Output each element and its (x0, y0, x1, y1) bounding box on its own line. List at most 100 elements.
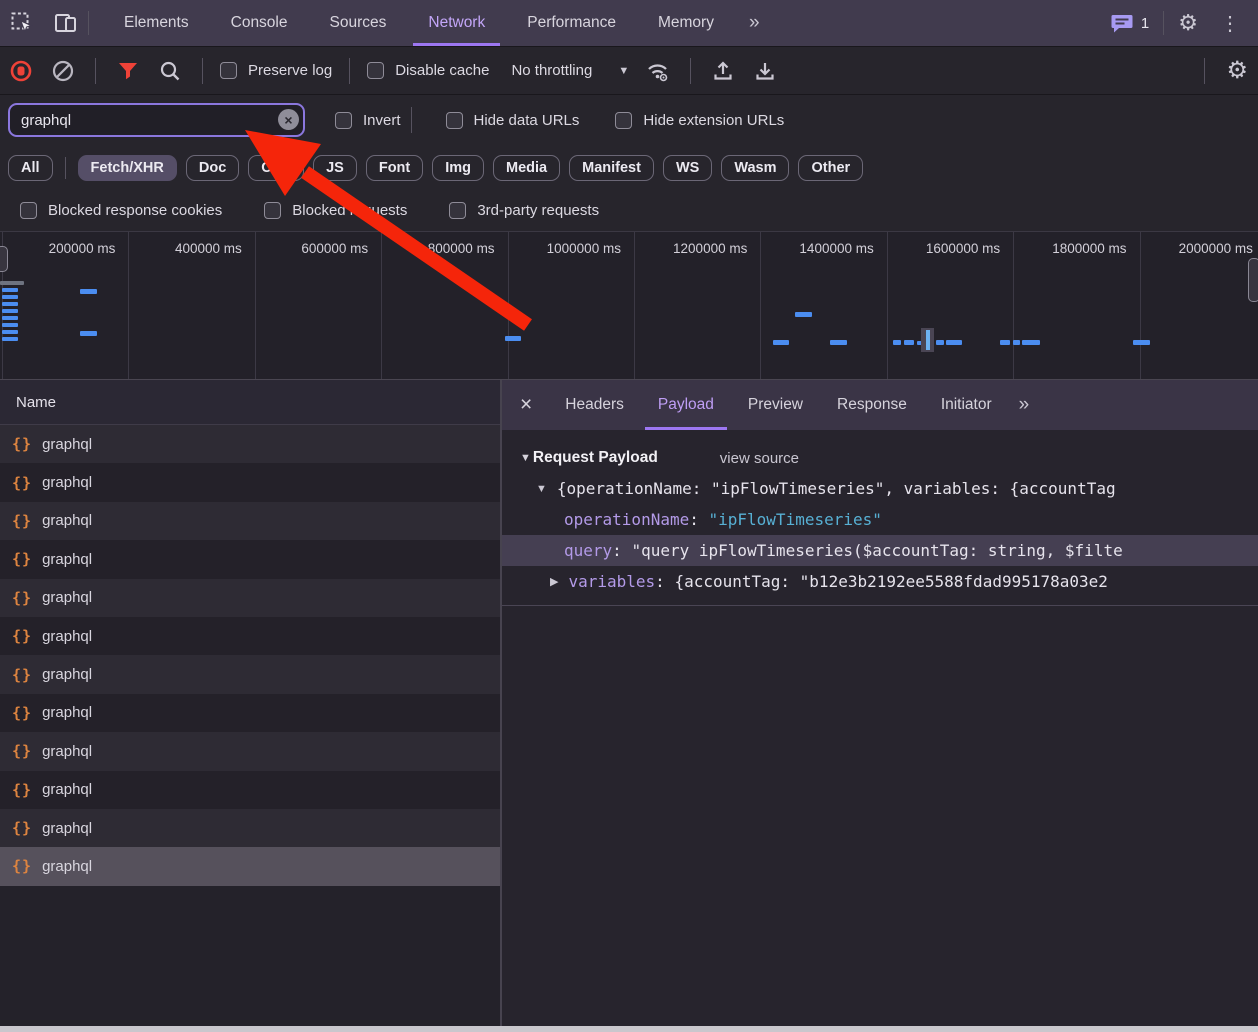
blocked-requests-checkbox[interactable]: Blocked requests (258, 202, 413, 219)
blocked-response-cookies-checkbox[interactable]: Blocked response cookies (14, 202, 228, 219)
device-toolbar-icon[interactable] (44, 0, 88, 46)
clear-filter-icon[interactable]: × (278, 109, 299, 130)
filter-input[interactable] (8, 103, 305, 137)
chip-media[interactable]: Media (493, 155, 560, 181)
tab-console[interactable]: Console (210, 0, 309, 46)
close-icon[interactable]: × (502, 380, 548, 430)
detail-tab-initiator[interactable]: Initiator (924, 380, 1009, 430)
hide-data-urls-checkbox[interactable]: Hide data URLs (440, 112, 586, 129)
payload-operationname-line[interactable]: operationName: "ipFlowTimeseries" (502, 504, 1258, 535)
search-icon[interactable] (149, 47, 191, 94)
table-row[interactable]: {}graphql (0, 425, 500, 463)
checkbox[interactable] (615, 112, 632, 129)
invert-checkbox[interactable]: Invert (329, 112, 407, 129)
request-timing-mark[interactable] (0, 281, 24, 285)
tab-network[interactable]: Network (407, 0, 506, 46)
payload-variables-line[interactable]: ▶ variables: {accountTag: "b12e3b2192ee5… (502, 566, 1258, 597)
overview-grip-right[interactable] (1248, 258, 1258, 302)
table-row[interactable]: {}graphql (0, 694, 500, 732)
checkbox[interactable] (264, 202, 281, 219)
table-row[interactable]: {}graphql (0, 617, 500, 655)
export-har-icon[interactable] (744, 47, 786, 94)
table-row[interactable]: {}graphql (0, 502, 500, 540)
chip-font[interactable]: Font (366, 155, 423, 181)
tab-elements[interactable]: Elements (103, 0, 210, 46)
table-row[interactable]: {}graphql (0, 463, 500, 501)
request-timing-mark[interactable] (80, 289, 97, 294)
throttling-select[interactable]: No throttling ▼ (511, 62, 629, 79)
table-row[interactable]: {}graphql (0, 732, 500, 770)
issues-button[interactable]: 1 (1100, 13, 1159, 34)
request-timing-mark[interactable] (2, 288, 18, 292)
import-har-icon[interactable] (702, 47, 744, 94)
hide-extension-urls-checkbox[interactable]: Hide extension URLs (609, 112, 790, 129)
request-timing-mark[interactable] (795, 312, 812, 317)
network-settings-gear-icon[interactable]: ⚙ (1216, 59, 1258, 83)
inspect-element-icon[interactable] (0, 0, 44, 46)
payload-query-line[interactable]: query: "query ipFlowTimeseries($accountT… (502, 535, 1258, 566)
chip-fetch-xhr[interactable]: Fetch/XHR (78, 155, 177, 181)
chip-wasm[interactable]: Wasm (721, 155, 789, 181)
table-row[interactable]: {}graphql (0, 809, 500, 847)
table-row[interactable]: {}graphql (0, 847, 500, 885)
settings-gear-icon[interactable]: ⚙ (1168, 12, 1208, 34)
preserve-log-checkbox[interactable]: Preserve log (214, 62, 338, 79)
request-timing-mark[interactable] (2, 330, 18, 334)
table-row[interactable]: {}graphql (0, 655, 500, 693)
overview-timeline[interactable]: 200000 ms400000 ms600000 ms800000 ms1000… (0, 232, 1258, 380)
request-timing-mark[interactable] (936, 340, 944, 345)
request-timing-mark[interactable] (773, 340, 789, 345)
chip-js[interactable]: JS (313, 155, 357, 181)
network-conditions-icon[interactable] (637, 47, 679, 94)
menu-dots-icon[interactable]: ⋮ (1212, 11, 1248, 36)
more-detail-tabs-icon[interactable]: » (1009, 380, 1038, 430)
request-timing-mark[interactable] (2, 309, 18, 313)
checkbox[interactable] (367, 62, 384, 79)
request-timing-mark[interactable] (1013, 340, 1020, 345)
request-timing-mark[interactable] (2, 295, 18, 299)
disable-cache-checkbox[interactable]: Disable cache (361, 62, 495, 79)
checkbox[interactable] (446, 112, 463, 129)
request-timing-mark[interactable] (1022, 340, 1040, 345)
view-source-link[interactable]: view source (720, 450, 799, 467)
request-timing-mark[interactable] (904, 340, 914, 345)
table-row[interactable]: {}graphql (0, 540, 500, 578)
detail-tab-payload[interactable]: Payload (641, 380, 731, 430)
chip-ws[interactable]: WS (663, 155, 712, 181)
chip-all[interactable]: All (8, 155, 53, 181)
request-timing-mark[interactable] (946, 340, 962, 345)
request-timing-mark[interactable] (2, 316, 18, 320)
checkbox[interactable] (449, 202, 466, 219)
request-timing-mark[interactable] (505, 336, 521, 341)
table-row[interactable]: {}graphql (0, 771, 500, 809)
detail-tab-preview[interactable]: Preview (731, 380, 820, 430)
record-button[interactable] (0, 47, 42, 94)
3rd-party-requests-checkbox[interactable]: 3rd-party requests (443, 202, 605, 219)
overview-grip-left[interactable] (0, 246, 8, 272)
request-timing-mark[interactable] (2, 323, 18, 327)
request-timing-mark[interactable] (1133, 340, 1150, 345)
chip-manifest[interactable]: Manifest (569, 155, 654, 181)
table-row[interactable]: {}graphql (0, 579, 500, 617)
request-timing-mark[interactable] (2, 302, 18, 306)
chip-other[interactable]: Other (798, 155, 863, 181)
checkbox[interactable] (20, 202, 37, 219)
more-tabs-icon[interactable]: » (735, 0, 772, 46)
request-timing-mark[interactable] (1000, 340, 1010, 345)
tab-memory[interactable]: Memory (637, 0, 735, 46)
request-timing-mark[interactable] (80, 331, 97, 336)
chip-css[interactable]: CSS (248, 155, 304, 181)
payload-preview-line[interactable]: ▼ {operationName: "ipFlowTimeseries", va… (502, 473, 1258, 504)
request-timing-mark[interactable] (830, 340, 847, 345)
detail-tab-response[interactable]: Response (820, 380, 924, 430)
chip-doc[interactable]: Doc (186, 155, 239, 181)
chip-img[interactable]: Img (432, 155, 484, 181)
name-column-header[interactable]: Name (0, 380, 500, 425)
checkbox[interactable] (335, 112, 352, 129)
tab-sources[interactable]: Sources (309, 0, 408, 46)
detail-tab-headers[interactable]: Headers (548, 380, 641, 430)
tab-performance[interactable]: Performance (506, 0, 637, 46)
clear-button[interactable] (42, 47, 84, 94)
checkbox[interactable] (220, 62, 237, 79)
request-timing-mark[interactable] (893, 340, 901, 345)
